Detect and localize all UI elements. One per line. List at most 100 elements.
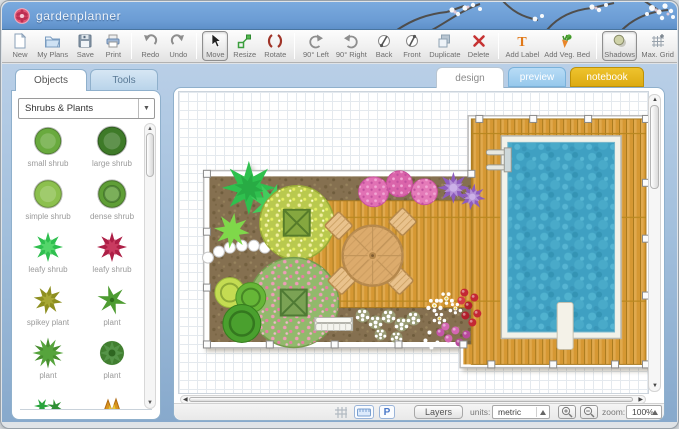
content-area: Objects Tools Shrubs & Plants ▼ small sh…: [2, 64, 677, 422]
tab-tools[interactable]: Tools: [90, 69, 158, 90]
rotate-button[interactable]: Rotate: [261, 31, 289, 61]
horizontal-scroll-thumb[interactable]: [189, 397, 633, 402]
redo-button[interactable]: Redo: [137, 31, 163, 61]
plant-twin-icon: [16, 388, 80, 409]
zoom-value: 100%: [632, 407, 654, 417]
plant-item-leafy-shrub-green[interactable]: leafy shrub: [16, 229, 80, 281]
sidebar-scroll-thumb[interactable]: [146, 133, 154, 177]
p-button-label: P: [384, 407, 391, 418]
print-button[interactable]: Print: [100, 31, 126, 61]
duplicate-button[interactable]: Duplicate: [427, 31, 463, 61]
delete-x-icon: [471, 33, 487, 49]
plant-label: leafy shrub: [16, 265, 80, 274]
spikey-plant-icon: [16, 282, 80, 316]
button-label: My Plans: [37, 50, 68, 59]
shadows-button[interactable]: Shadows: [602, 31, 637, 61]
new-button[interactable]: New: [7, 31, 33, 61]
canvas-vertical-scrollbar[interactable]: ▲ ▼: [648, 94, 661, 392]
ruler-toggle-button[interactable]: [354, 405, 374, 419]
round-table: [343, 226, 403, 286]
resize-button[interactable]: Resize: [230, 31, 259, 61]
tab-preview[interactable]: preview: [508, 67, 566, 87]
zoom-in-button[interactable]: [558, 405, 576, 419]
plant-item-simple-shrub[interactable]: simple shrub: [16, 176, 80, 228]
plant-item-plant-3[interactable]: plant: [80, 335, 144, 387]
p-toggle-button[interactable]: P: [379, 405, 395, 419]
garden-plan[interactable]: [179, 92, 648, 393]
sidebar-divider: [20, 409, 152, 410]
text-label-icon: T: [514, 33, 530, 49]
button-label: Add Veg. Bed: [544, 50, 590, 59]
units-label: units:: [470, 405, 490, 419]
max-grid-button[interactable]: Max. Grid: [639, 31, 676, 61]
tab-objects[interactable]: Objects: [15, 69, 87, 91]
plant-item-plant-1[interactable]: plant: [80, 282, 144, 334]
sidebar-scrollbar[interactable]: ▲ ▼: [144, 123, 156, 409]
add-veg-bed-button[interactable]: Add Veg. Bed: [543, 31, 591, 61]
plant-item-small-shrub[interactable]: small shrub: [16, 123, 80, 175]
duplicate-icon: [437, 33, 453, 49]
scroll-up-icon[interactable]: ▲: [145, 126, 155, 132]
plant-item-large-shrub[interactable]: large shrub: [80, 123, 144, 175]
toolbar-separator: [196, 33, 197, 59]
units-select[interactable]: metric: [492, 405, 550, 419]
scroll-up-icon[interactable]: ▲: [652, 97, 658, 103]
send-back-button[interactable]: Back: [371, 31, 397, 61]
toolbar-separator: [498, 33, 499, 59]
dropdown-arrow-icon: ▼: [138, 99, 154, 118]
save-button[interactable]: Save: [72, 31, 98, 61]
swimming-pool[interactable]: [486, 136, 621, 350]
plant-item-leafy-shrub-red[interactable]: leafy shrub: [80, 229, 144, 281]
undo-button[interactable]: Undo: [165, 31, 191, 61]
small-grid-toggle[interactable]: [332, 405, 349, 419]
tab-design[interactable]: design: [436, 67, 504, 88]
button-label: Save: [77, 50, 94, 59]
plant-item-plant-2[interactable]: plant: [16, 335, 80, 387]
tab-notebook[interactable]: notebook: [570, 67, 644, 87]
my-plans-button[interactable]: My Plans: [35, 31, 70, 61]
zoom-out-button[interactable]: [580, 405, 598, 419]
select-divider: [536, 407, 537, 417]
bring-front-icon: [404, 33, 420, 49]
rotate-left-icon: [308, 33, 324, 49]
plant-label: leafy shrub: [80, 265, 144, 274]
plant-rosette-icon: [80, 335, 144, 369]
plant-label: plant: [80, 371, 144, 380]
svg-text:T: T: [518, 35, 528, 49]
delete-button[interactable]: Delete: [465, 31, 493, 61]
plant-label: plant: [80, 318, 144, 327]
toolbar-separator: [596, 33, 597, 59]
move-button[interactable]: Move: [202, 31, 228, 61]
bring-front-button[interactable]: Front: [399, 31, 425, 61]
button-label: 90° Right: [336, 50, 367, 59]
button-label: Redo: [141, 50, 159, 59]
rotate-90-left-button[interactable]: 90° Left: [300, 31, 331, 61]
plant-item-dense-shrub[interactable]: dense shrub: [80, 176, 144, 228]
plant-label: simple shrub: [16, 212, 80, 221]
floppy-disk-icon: [77, 33, 93, 49]
grid-icon: [334, 406, 348, 419]
vertical-scroll-thumb[interactable]: [650, 105, 659, 189]
tab-label: Tools: [112, 75, 135, 86]
titlebar[interactable]: gardenplanner: [2, 2, 677, 30]
button-label: Add Label: [506, 50, 540, 59]
plant-item-spikey-plant[interactable]: spikey plant: [16, 282, 80, 334]
zoom-select[interactable]: 100%: [626, 405, 662, 419]
rotate-90-right-button[interactable]: 90° Right: [334, 31, 369, 61]
plant-orange-icon: [80, 388, 144, 409]
add-label-button[interactable]: T Add Label: [504, 31, 542, 61]
select-arrow-icon: [540, 410, 546, 415]
category-dropdown[interactable]: Shrubs & Plants ▼: [18, 98, 155, 119]
pool-step[interactable]: [557, 303, 573, 350]
plant-item-partial-1[interactable]: [16, 388, 80, 409]
button-label: Max. Grid: [641, 50, 674, 59]
layers-button[interactable]: Layers: [414, 405, 463, 419]
design-canvas[interactable]: [178, 91, 649, 394]
plant-item-partial-2[interactable]: [80, 388, 144, 409]
scroll-down-icon[interactable]: ▼: [652, 383, 658, 389]
scroll-down-icon[interactable]: ▼: [145, 400, 155, 406]
button-label: Delete: [468, 50, 490, 59]
yellow-tree[interactable]: [260, 186, 334, 260]
white-bench[interactable]: [315, 318, 353, 331]
button-label: Front: [403, 50, 421, 59]
